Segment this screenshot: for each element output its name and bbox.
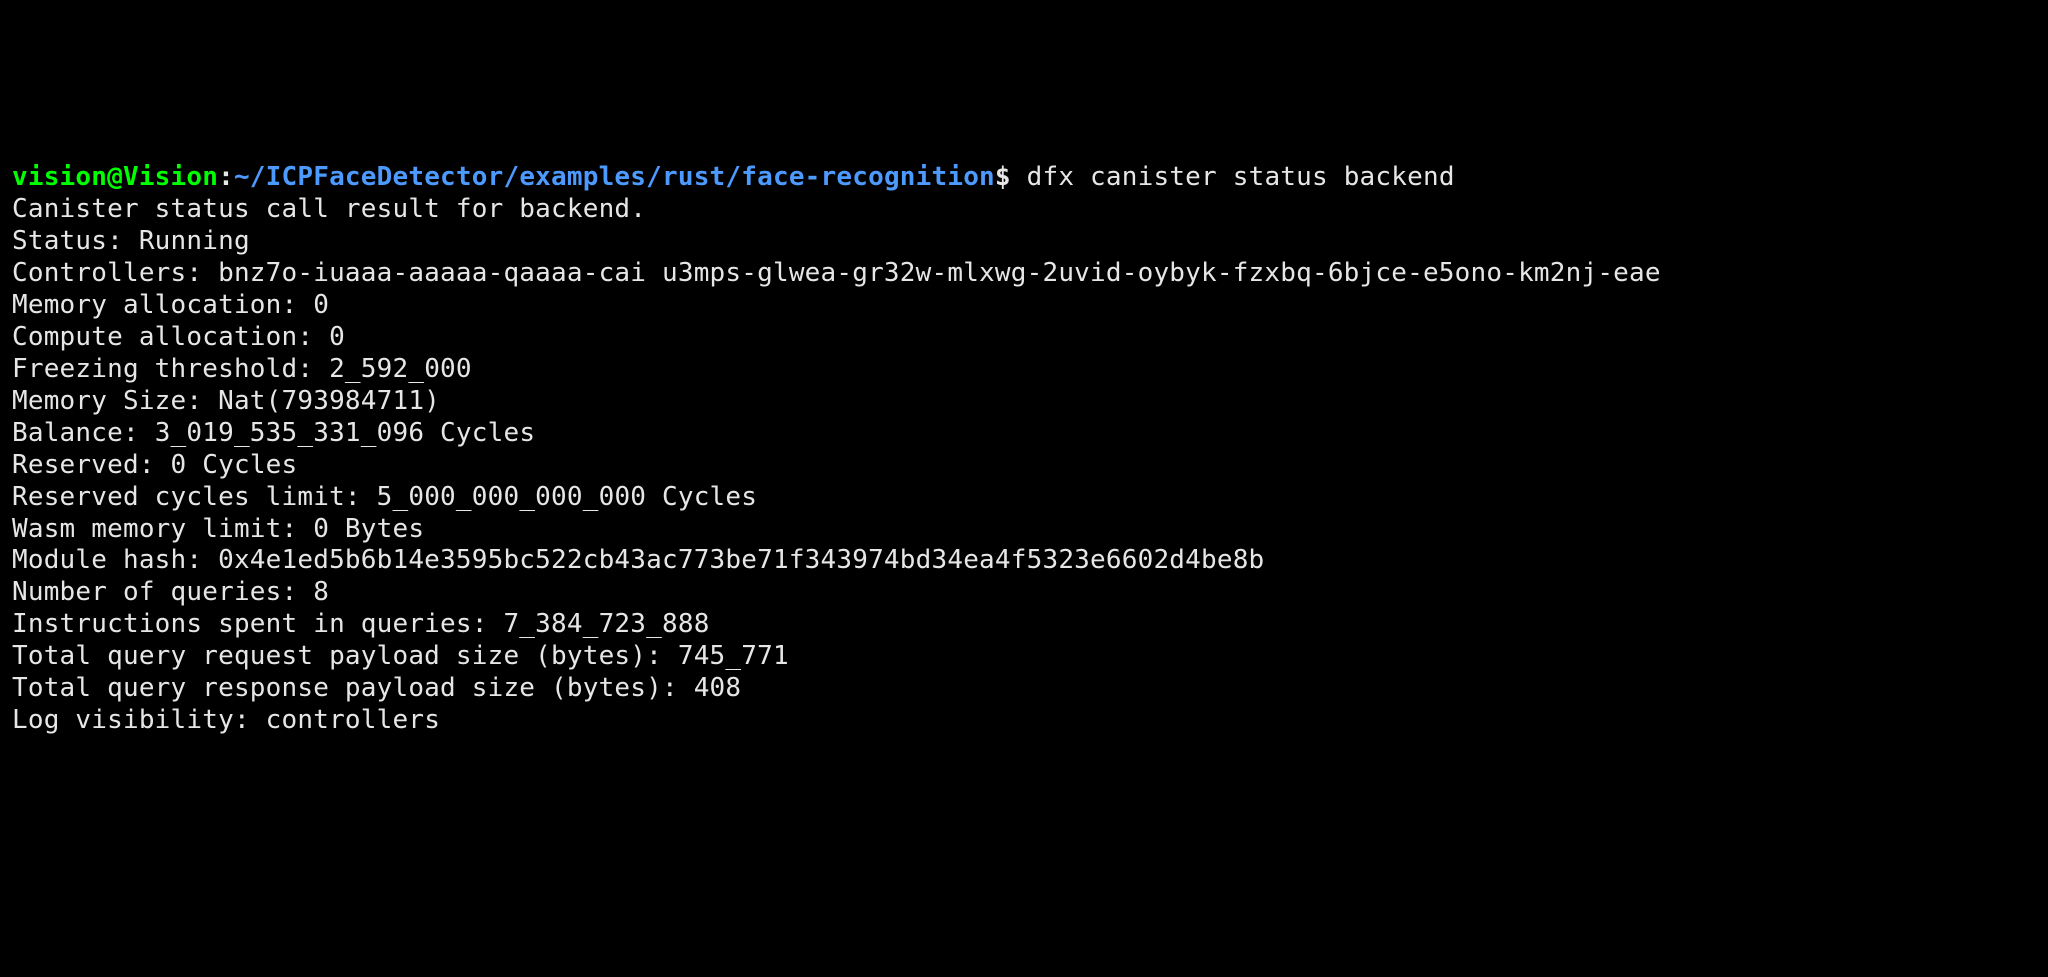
instructions-spent-value: 7_384_723_888 [503,609,709,639]
freezing-threshold-value: 2_592_000 [329,354,472,384]
terminal[interactable]: vision@Vision:~/ICPFaceDetector/examples… [0,160,2048,817]
instructions-spent-label: Instructions spent in queries: [12,609,503,639]
module-hash-value: 0x4e1ed5b6b14e3595bc522cb43ac773be71f343… [218,545,1264,575]
compute-allocation-value: 0 [329,322,345,352]
prompt-user-host: vision@Vision [12,162,218,192]
log-visibility-value: controllers [266,705,440,735]
reserved-cycles-limit-value: 5_000_000_000_000 Cycles [377,482,757,512]
memory-size-label: Memory Size: [12,386,218,416]
total-query-request-value: 745_771 [678,641,789,671]
reserved-cycles-limit-label: Reserved cycles limit: [12,482,377,512]
number-of-queries-value: 8 [313,577,329,607]
status-value: Running [139,226,250,256]
prompt-separator-1: : [218,162,234,192]
total-query-response-label: Total query response payload size (bytes… [12,673,694,703]
wasm-memory-limit-label: Wasm memory limit: [12,514,313,544]
status-label: Status: [12,226,139,256]
reserved-value: 0 Cycles [171,450,298,480]
memory-size-value: Nat(793984711) [218,386,440,416]
compute-allocation-label: Compute allocation: [12,322,329,352]
balance-value: 3_019_535_331_096 Cycles [155,418,535,448]
prompt-separator-2: $ [995,162,1027,192]
balance-label: Balance: [12,418,155,448]
controllers-value: bnz7o-iuaaa-aaaaa-qaaaa-cai u3mps-glwea-… [218,258,1661,288]
reserved-label: Reserved: [12,450,171,480]
output-header: Canister status call result for backend. [12,194,646,224]
memory-allocation-label: Memory allocation: [12,290,313,320]
total-query-request-label: Total query request payload size (bytes)… [12,641,678,671]
number-of-queries-label: Number of queries: [12,577,313,607]
freezing-threshold-label: Freezing threshold: [12,354,329,384]
module-hash-label: Module hash: [12,545,218,575]
command-text: dfx canister status backend [1027,162,1455,192]
log-visibility-label: Log visibility: [12,705,266,735]
wasm-memory-limit-value: 0 Bytes [313,514,424,544]
memory-allocation-value: 0 [313,290,329,320]
total-query-response-value: 408 [694,673,742,703]
controllers-label: Controllers: [12,258,218,288]
prompt-path: ~/ICPFaceDetector/examples/rust/face-rec… [234,162,995,192]
